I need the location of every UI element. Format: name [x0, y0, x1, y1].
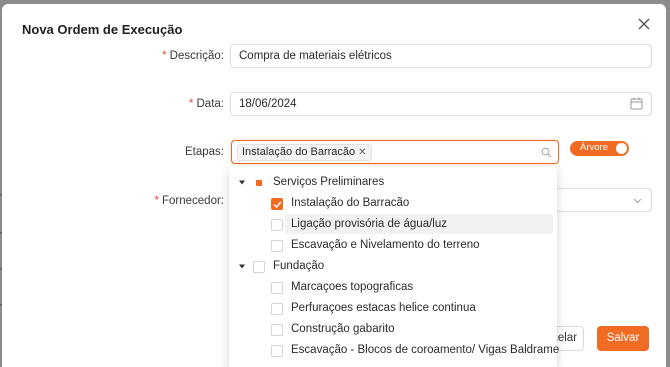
tree-node-label: Ligação provisória de água/luz	[291, 218, 447, 230]
tree-node-label: Fundação	[273, 260, 325, 272]
etapas-label: Etapas:	[184, 146, 224, 158]
tree-leaf-node[interactable]: Construção gabarito	[229, 319, 557, 340]
caret-down-icon[interactable]	[238, 263, 246, 270]
tree-leaf-node[interactable]: Escavação e Nivelamento do terreno	[229, 235, 557, 256]
tree-node-label: Construção gabarito	[291, 323, 395, 335]
tree-node-label: Marcaçoes topograficas	[291, 281, 414, 293]
tree-leaf-node[interactable]: Marcaçoes topograficas	[229, 277, 557, 298]
tree-leaf-node[interactable]: Ligação provisória de água/luz	[229, 214, 557, 235]
descricao-label: * Descrição:	[162, 50, 224, 62]
tree-node-label: Instalação do Barracão	[291, 197, 410, 209]
caret-down-icon[interactable]	[238, 179, 246, 186]
tree-node-label: Perfuraçoes estacas helice continua	[291, 302, 476, 314]
data-value: 18/06/2024	[239, 98, 297, 110]
tree-leaf-node[interactable]: Instalação do Barracão	[229, 193, 557, 214]
tree-node-label: Escavação e Nivelamento do terreno	[291, 239, 480, 251]
fornecedor-select[interactable]	[557, 188, 652, 212]
toggle-knob	[616, 143, 627, 154]
tree-checkbox[interactable]	[271, 219, 283, 231]
etapas-tree-dropdown: Serviços Preliminares Instalação do Barra…	[229, 167, 560, 367]
tree-checkbox[interactable]	[271, 303, 283, 315]
tree-node-label: Serviços Preliminares	[273, 176, 385, 188]
calendar-icon[interactable]	[630, 97, 643, 110]
search-icon	[541, 147, 552, 158]
tree-leaf-node[interactable]: Escavação - Blocos de coroamento/ Vigas …	[229, 340, 560, 361]
close-icon[interactable]	[636, 16, 652, 32]
save-button[interactable]: Salvar	[597, 326, 649, 351]
check-icon	[273, 201, 282, 209]
required-mark: *	[189, 98, 194, 110]
tree-checkbox[interactable]	[253, 177, 265, 189]
toggle-label: Árvore	[580, 142, 608, 153]
descricao-input[interactable]: Compra de materiais elétricos	[230, 44, 652, 68]
tree-view-toggle[interactable]: Árvore	[570, 141, 629, 156]
tag-close-icon[interactable]: ✕	[358, 147, 366, 158]
tree-node-label: Escavação - Blocos de coroamento/ Vigas …	[291, 344, 560, 356]
tree-checkbox[interactable]	[253, 261, 265, 273]
tree-group-node[interactable]: Fundação	[229, 256, 557, 277]
tree-checkbox[interactable]	[271, 345, 283, 357]
tree-checkbox[interactable]	[271, 198, 283, 210]
tree-checkbox[interactable]	[271, 282, 283, 294]
modal-title: Nova Ordem de Execução	[22, 22, 183, 37]
fornecedor-label: * Fornecedor:	[154, 195, 225, 207]
selected-tag: Instalação do Barracão ✕	[237, 144, 372, 161]
selected-tag-label: Instalação do Barracão	[242, 146, 356, 158]
required-mark: *	[154, 195, 159, 207]
tree-group-node[interactable]: Serviços Preliminares	[229, 172, 557, 193]
data-input[interactable]: 18/06/2024	[230, 92, 652, 116]
etapas-tree-select[interactable]: Instalação do Barracão ✕	[231, 140, 559, 164]
tree-leaf-node[interactable]: Perfuraçoes estacas helice continua	[229, 298, 557, 319]
data-label: * Data:	[189, 98, 224, 110]
descricao-value: Compra de materiais elétricos	[239, 50, 392, 62]
tree-checkbox[interactable]	[271, 324, 283, 336]
required-mark: *	[162, 50, 167, 62]
tree-checkbox[interactable]	[271, 240, 283, 252]
chevron-down-icon	[633, 198, 642, 204]
